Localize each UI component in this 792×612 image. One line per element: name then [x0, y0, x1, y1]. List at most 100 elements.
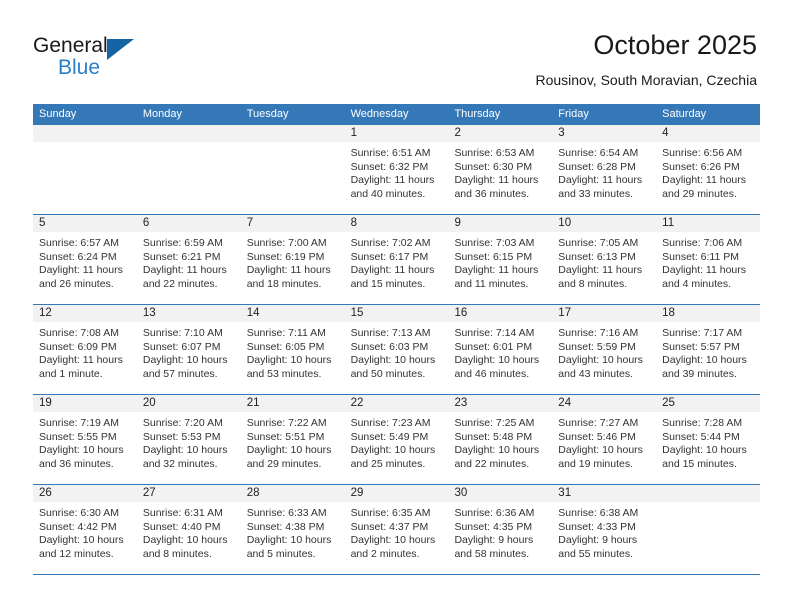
calendar-day-cell[interactable]: 20 Sunrise: 7:20 AM Sunset: 5:53 PM Dayligh… [136, 395, 241, 484]
sunrise-text: Sunrise: 7:19 AM [39, 417, 119, 429]
daylight-text: Daylight: 11 hours [39, 264, 123, 277]
day-number: 31 [552, 485, 657, 502]
sunrise-text: Sunrise: 6:30 AM [39, 507, 119, 519]
calendar-day-cell[interactable]: 23 Sunrise: 7:25 AM Sunset: 5:48 PM Dayligh… [448, 395, 553, 484]
day-details: Sunrise: 7:00 AM Sunset: 6:19 PM Daylight:… [241, 232, 345, 291]
day-details: Sunrise: 7:02 AM Sunset: 6:17 PM Daylight:… [345, 232, 449, 291]
sunset-text: Sunset: 5:55 PM [39, 430, 117, 443]
sunset-text: Sunset: 6:30 PM [454, 160, 533, 173]
calendar-week-row: 26 Sunrise: 6:30 AM Sunset: 4:42 PM Dayligh… [33, 485, 761, 575]
day-details: Sunrise: 6:30 AM Sunset: 4:42 PM Daylight:… [33, 502, 137, 561]
weekday-header-tuesday: Tuesday [246, 108, 289, 120]
weekday-header-sunday: Sunday [39, 108, 77, 120]
calendar-day-cell[interactable]: 4 Sunrise: 6:56 AM Sunset: 6:26 PM Daylight… [656, 125, 761, 214]
daylight-text: and 39 minutes. [662, 367, 737, 380]
daylight-text: Daylight: 10 hours [142, 534, 228, 547]
daylight-text: and 50 minutes. [350, 367, 426, 380]
sunset-text: Sunset: 4:37 PM [350, 520, 429, 533]
calendar-day-cell[interactable]: 13 Sunrise: 7:10 AM Sunset: 6:07 PM Dayligh… [136, 305, 241, 394]
daylight-text: Daylight: 11 hours [350, 174, 435, 187]
calendar-day-cell[interactable]: 14 Sunrise: 7:11 AM Sunset: 6:05 PM Dayligh… [240, 305, 345, 394]
daylight-text: and 57 minutes. [142, 367, 218, 380]
calendar-day-cell[interactable]: 10 Sunrise: 7:05 AM Sunset: 6:13 PM Dayligh… [552, 215, 657, 304]
calendar-day-cell[interactable]: 24 Sunrise: 7:27 AM Sunset: 5:46 PM Dayligh… [552, 395, 657, 484]
calendar-day-cell[interactable]: 17 Sunrise: 7:16 AM Sunset: 5:59 PM Dayligh… [552, 305, 657, 394]
daylight-text: Daylight: 10 hours [350, 354, 436, 367]
calendar-day-cell[interactable]: 27 Sunrise: 6:31 AM Sunset: 4:40 PM Dayligh… [136, 485, 241, 574]
day-number [33, 125, 137, 142]
day-number: 29 [344, 485, 449, 502]
daylight-text: and 26 minutes. [39, 277, 114, 290]
day-number: 2 [448, 125, 553, 142]
calendar-day-cell[interactable]: 26 Sunrise: 6:30 AM Sunset: 4:42 PM Dayligh… [33, 485, 137, 574]
day-details: Sunrise: 7:22 AM Sunset: 5:51 PM Daylight:… [241, 412, 345, 471]
day-details: Sunrise: 6:31 AM Sunset: 4:40 PM Daylight:… [137, 502, 241, 561]
sunset-text: Sunset: 6:24 PM [39, 250, 117, 263]
sunset-text: Sunset: 5:48 PM [454, 430, 533, 443]
daylight-text: Daylight: 10 hours [350, 534, 436, 547]
day-number: 22 [344, 395, 449, 412]
calendar-day-cell[interactable]: 18 Sunrise: 7:17 AM Sunset: 5:57 PM Dayligh… [656, 305, 761, 394]
sunset-text: Sunset: 6:03 PM [350, 340, 429, 353]
day-details: Sunrise: 7:17 AM Sunset: 5:57 PM Daylight:… [656, 322, 760, 381]
day-number: 10 [552, 215, 657, 232]
calendar-cell-empty [33, 125, 137, 214]
daylight-text: Daylight: 11 hours [454, 174, 539, 187]
calendar-day-cell[interactable]: 28 Sunrise: 6:33 AM Sunset: 4:38 PM Dayligh… [240, 485, 345, 574]
day-number: 9 [448, 215, 553, 232]
calendar-day-cell[interactable]: 19 Sunrise: 7:19 AM Sunset: 5:55 PM Dayligh… [33, 395, 137, 484]
day-details: Sunrise: 6:51 AM Sunset: 6:32 PM Daylight:… [345, 142, 449, 201]
calendar-day-cell[interactable]: 25 Sunrise: 7:28 AM Sunset: 5:44 PM Dayligh… [656, 395, 761, 484]
daylight-text: and 29 minutes. [662, 187, 737, 200]
sunset-text: Sunset: 6:28 PM [558, 160, 636, 173]
sunset-text: Sunset: 4:40 PM [142, 520, 221, 533]
sunset-text: Sunset: 6:05 PM [246, 340, 325, 353]
day-details [656, 502, 760, 507]
calendar-day-cell[interactable]: 6 Sunrise: 6:59 AM Sunset: 6:21 PM Daylight… [136, 215, 241, 304]
sunrise-text: Sunrise: 6:33 AM [246, 507, 327, 519]
calendar-day-cell[interactable]: 8 Sunrise: 7:02 AM Sunset: 6:17 PM Daylight… [344, 215, 449, 304]
calendar-day-cell[interactable]: 3 Sunrise: 6:54 AM Sunset: 6:28 PM Daylight… [552, 125, 657, 214]
day-details: Sunrise: 7:20 AM Sunset: 5:53 PM Daylight:… [137, 412, 241, 471]
calendar-day-cell[interactable]: 11 Sunrise: 7:06 AM Sunset: 6:11 PM Dayligh… [656, 215, 761, 304]
daylight-text: and 29 minutes. [246, 457, 322, 470]
calendar-cell-empty [136, 125, 241, 214]
sunrise-text: Sunrise: 6:51 AM [350, 147, 431, 159]
daylight-text: and 1 minute. [39, 367, 103, 380]
weekday-header-saturday: Saturday [662, 108, 707, 120]
sunset-text: Sunset: 6:09 PM [39, 340, 117, 353]
calendar-day-cell[interactable]: 5 Sunrise: 6:57 AM Sunset: 6:24 PM Daylight… [33, 215, 137, 304]
day-number [656, 485, 761, 502]
calendar-day-cell[interactable]: 12 Sunrise: 7:08 AM Sunset: 6:09 PM Dayligh… [33, 305, 137, 394]
calendar-day-cell[interactable]: 21 Sunrise: 7:22 AM Sunset: 5:51 PM Dayligh… [240, 395, 345, 484]
calendar-day-cell[interactable]: 1 Sunrise: 6:51 AM Sunset: 6:32 PM Daylight… [344, 125, 449, 214]
brand-name-general: General [33, 34, 108, 57]
sunrise-text: Sunrise: 6:56 AM [662, 147, 743, 159]
sunset-text: Sunset: 4:35 PM [454, 520, 533, 533]
calendar-day-cell[interactable]: 29 Sunrise: 6:35 AM Sunset: 4:37 PM Dayligh… [344, 485, 449, 574]
calendar-week-row: 1 Sunrise: 6:51 AM Sunset: 6:32 PM Daylight… [33, 125, 761, 215]
day-number: 26 [33, 485, 137, 502]
brand-logo[interactable]: General Blue [33, 34, 213, 86]
calendar-day-cell[interactable]: 15 Sunrise: 7:13 AM Sunset: 6:03 PM Dayligh… [344, 305, 449, 394]
title-block: October 2025 Rousinov, South Moravian, C… [535, 28, 757, 90]
daylight-text: Daylight: 11 hours [39, 354, 123, 367]
sunset-text: Sunset: 4:42 PM [39, 520, 117, 533]
sunrise-text: Sunrise: 6:57 AM [39, 237, 119, 249]
calendar-day-cell[interactable]: 31 Sunrise: 6:38 AM Sunset: 4:33 PM Dayligh… [552, 485, 657, 574]
calendar-day-cell[interactable]: 7 Sunrise: 7:00 AM Sunset: 6:19 PM Daylight… [240, 215, 345, 304]
sunrise-text: Sunrise: 6:54 AM [558, 147, 639, 159]
daylight-text: and 36 minutes. [39, 457, 114, 470]
day-details: Sunrise: 7:27 AM Sunset: 5:46 PM Daylight:… [552, 412, 656, 471]
sunrise-text: Sunrise: 7:14 AM [454, 327, 535, 339]
sunset-text: Sunset: 6:21 PM [142, 250, 221, 263]
daylight-text: and 8 minutes. [558, 277, 628, 290]
page-header: General Blue October 2025 Rousinov, Sout… [0, 0, 792, 100]
calendar-day-cell[interactable]: 30 Sunrise: 6:36 AM Sunset: 4:35 PM Dayligh… [448, 485, 553, 574]
calendar-day-cell[interactable]: 16 Sunrise: 7:14 AM Sunset: 6:01 PM Dayligh… [448, 305, 553, 394]
calendar-day-cell[interactable]: 2 Sunrise: 6:53 AM Sunset: 6:30 PM Daylight… [448, 125, 553, 214]
calendar-day-cell[interactable]: 22 Sunrise: 7:23 AM Sunset: 5:49 PM Dayligh… [344, 395, 449, 484]
day-details: Sunrise: 7:03 AM Sunset: 6:15 PM Daylight:… [448, 232, 552, 291]
day-details: Sunrise: 7:10 AM Sunset: 6:07 PM Daylight:… [137, 322, 241, 381]
calendar-day-cell[interactable]: 9 Sunrise: 7:03 AM Sunset: 6:15 PM Daylight… [448, 215, 553, 304]
